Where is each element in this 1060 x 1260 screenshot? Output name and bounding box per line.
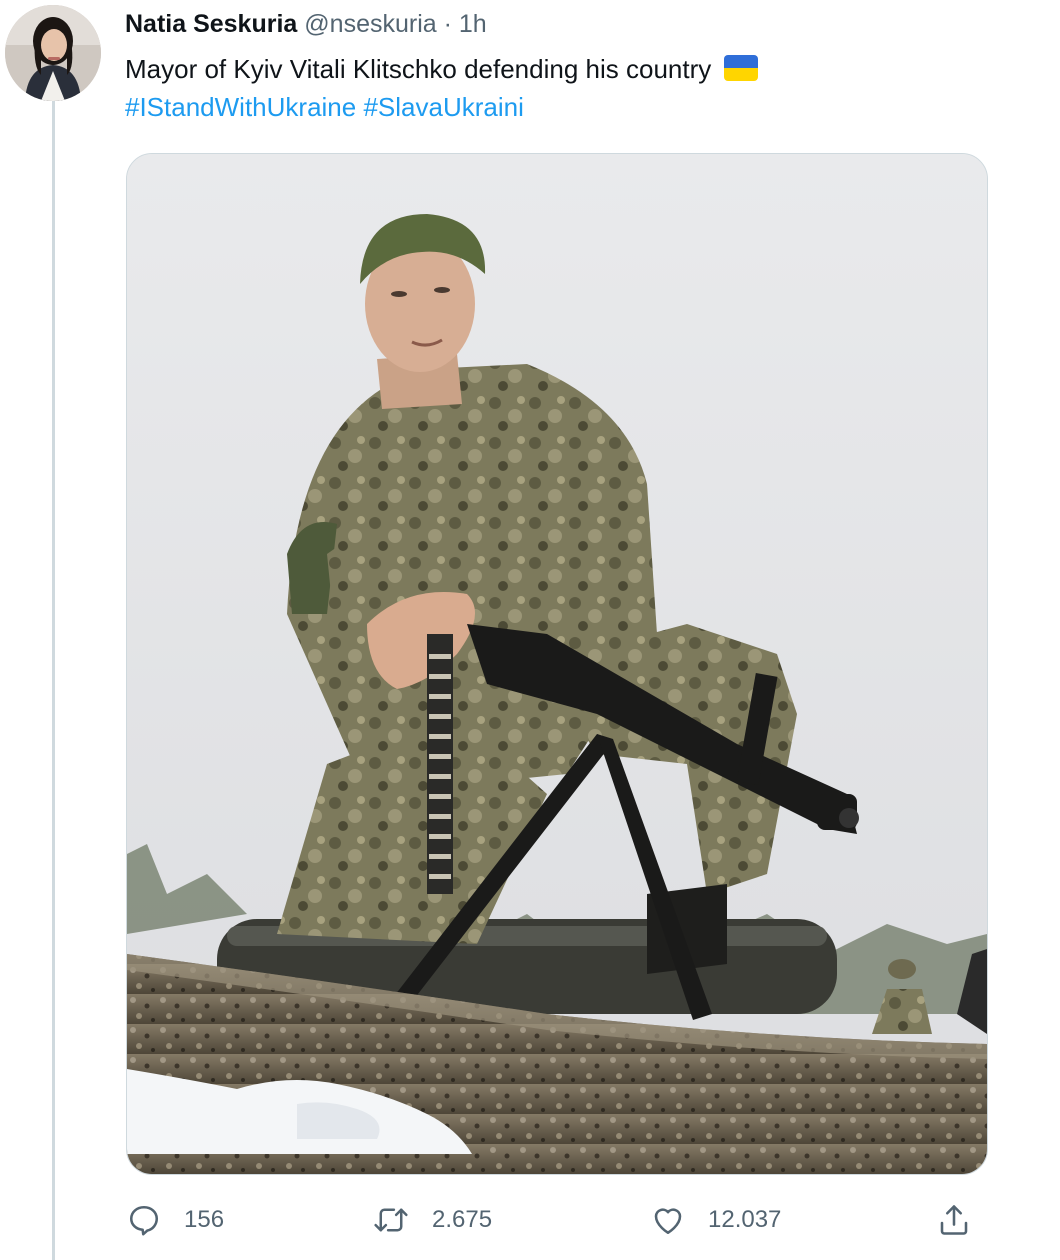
tweet-photo[interactable] (126, 153, 988, 1175)
avatar[interactable] (5, 5, 101, 101)
tweet-text: Mayor of Kyiv Vitali Klitschko defending… (125, 54, 712, 84)
tweet-actions: 156 2.675 12.037 (0, 1195, 1060, 1245)
hashtag-slavaukraini[interactable]: #SlavaUkraini (363, 92, 523, 122)
retweet-icon (372, 1202, 410, 1238)
author-name[interactable]: Natia Seskuria (125, 10, 297, 38)
like-count: 12.037 (708, 1206, 782, 1233)
hashtag-line: #IStandWithUkraine #SlavaUkraini (125, 91, 524, 124)
author-handle[interactable]: @nseskuria (304, 10, 436, 38)
timestamp[interactable]: 1h (459, 10, 487, 38)
reply-button[interactable]: 156 (126, 1195, 224, 1245)
hashtag-istandwithukraine[interactable]: #IStandWithUkraine (125, 92, 356, 122)
reply-count: 156 (184, 1206, 225, 1233)
tweet[interactable]: Natia Seskuria @nseskuria · 1h Mayor of … (0, 0, 1060, 1260)
ukraine-flag-icon (724, 55, 759, 81)
share-icon (936, 1202, 972, 1238)
retweet-count: 2.675 (432, 1206, 493, 1233)
separator-dot: · (443, 10, 452, 38)
share-button[interactable] (936, 1195, 972, 1245)
thread-line (52, 98, 55, 1260)
retweet-button[interactable]: 2.675 (372, 1195, 492, 1245)
reply-icon (126, 1202, 162, 1238)
tweet-text-line: Mayor of Kyiv Vitali Klitschko defending… (125, 53, 759, 86)
like-icon (650, 1202, 686, 1238)
like-button[interactable]: 12.037 (650, 1195, 781, 1245)
tweet-header: Natia Seskuria @nseskuria · 1h (125, 9, 487, 39)
